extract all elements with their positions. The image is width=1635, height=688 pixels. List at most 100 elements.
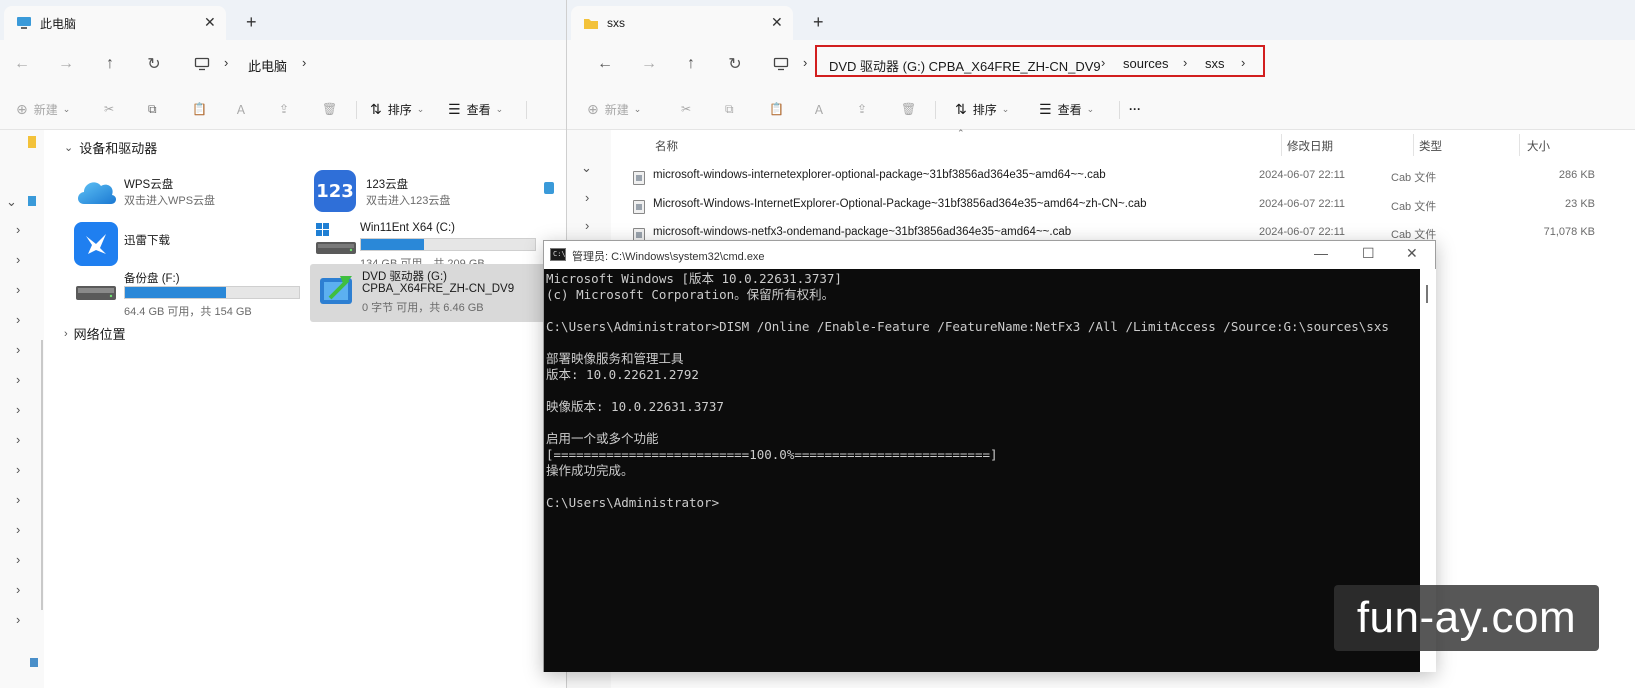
- chevron-right-icon: ›: [803, 55, 808, 70]
- refresh-icon[interactable]: ↻: [142, 52, 166, 76]
- table-row[interactable]: microsoft-windows-internetexplorer-optio…: [629, 163, 1629, 191]
- command-bar: ⊕ 新建 ⌄ ✂ ⧉ 📋 Ａ ⇪ 🗑 ⇅ 排序 ⌄ ☰ 查看 ⌄ ···: [567, 88, 1635, 130]
- cmd-title-bar[interactable]: C:\ 管理员: C:\Windows\system32\cmd.exe — ☐…: [544, 241, 1435, 269]
- close-tab-icon[interactable]: ✕: [771, 14, 783, 31]
- cut-icon[interactable]: ✂: [104, 98, 114, 120]
- new-button[interactable]: ⊕ 新建 ⌄: [16, 98, 70, 120]
- section-devices-and-drives[interactable]: ⌄ 设备和驱动器: [64, 138, 157, 157]
- chevron-right-icon[interactable]: ›: [16, 222, 20, 237]
- toolbar-divider: [935, 101, 936, 119]
- copy-icon[interactable]: ⧉: [148, 98, 157, 120]
- chevron-right-icon[interactable]: ›: [585, 190, 589, 205]
- chevron-right-icon[interactable]: ›: [16, 492, 20, 507]
- rename-icon[interactable]: Ａ: [235, 98, 247, 120]
- share-icon[interactable]: ⇪: [279, 98, 289, 120]
- up-arrow-icon[interactable]: ↑: [98, 52, 122, 76]
- scrollbar-thumb[interactable]: [1426, 285, 1428, 303]
- chevron-right-icon[interactable]: ›: [16, 372, 20, 387]
- chevron-right-icon[interactable]: ›: [16, 582, 20, 597]
- close-tab-icon[interactable]: ✕: [204, 14, 216, 31]
- network-icon[interactable]: [30, 658, 38, 667]
- drive-wps-cloud[interactable]: WPS云盘 双击进入WPS云盘: [74, 174, 294, 214]
- cut-icon[interactable]: ✂: [681, 98, 691, 120]
- drive-c[interactable]: Win11Ent X64 (C:) 134 GB 可用，共 209 GB: [314, 222, 544, 270]
- view-button[interactable]: ☰ 查看 ⌄: [448, 98, 503, 120]
- breadcrumb-this-pc[interactable]: 此电脑: [248, 56, 287, 75]
- chevron-right-icon[interactable]: ›: [16, 522, 20, 537]
- rename-icon[interactable]: Ａ: [813, 98, 825, 120]
- paste-icon[interactable]: 📋: [769, 98, 784, 120]
- chevron-right-icon[interactable]: ›: [585, 218, 589, 233]
- monitor-icon[interactable]: [190, 52, 214, 76]
- console-line: C:\Users\Administrator>: [546, 495, 720, 510]
- sort-button[interactable]: ⇅ 排序 ⌄: [370, 98, 424, 120]
- column-header-size[interactable]: 大小: [1527, 138, 1550, 154]
- command-bar: ⊕ 新建 ⌄ ✂ ⧉ 📋 Ａ ⇪ 🗑 ⇅ 排序 ⌄ ☰ 查看 ⌄: [0, 88, 566, 130]
- column-divider[interactable]: [1519, 134, 1520, 156]
- more-options-button[interactable]: ···: [1129, 98, 1141, 120]
- forward-arrow-icon[interactable]: →: [637, 52, 661, 76]
- chevron-right-icon[interactable]: ›: [16, 342, 20, 357]
- monitor-icon[interactable]: [769, 52, 793, 76]
- forward-arrow-icon[interactable]: →: [54, 52, 78, 76]
- drive-icon[interactable]: [544, 182, 554, 194]
- view-button[interactable]: ☰ 查看 ⌄: [1039, 98, 1094, 120]
- chevron-right-icon[interactable]: ›: [16, 612, 20, 627]
- chevron-right-icon[interactable]: ›: [16, 462, 20, 477]
- chevron-right-icon[interactable]: ›: [302, 55, 306, 70]
- back-arrow-icon[interactable]: ←: [593, 52, 617, 76]
- drive-123-cloud[interactable]: 123 123云盘 双击进入123云盘: [314, 170, 534, 214]
- chevron-down-icon: ⌄: [64, 142, 74, 154]
- drive-f[interactable]: 备份盘 (F:) 64.4 GB 可用，共 154 GB: [74, 270, 304, 318]
- paste-icon[interactable]: 📋: [192, 98, 207, 120]
- column-divider[interactable]: [1413, 134, 1414, 156]
- new-button[interactable]: ⊕ 新建 ⌄: [587, 98, 641, 120]
- drive-name: DVD 驱动器 (G:): [362, 271, 447, 283]
- console-output[interactable]: Microsoft Windows [版本 10.0.22631.3737] (c…: [544, 269, 1420, 672]
- navigation-scrollbar[interactable]: [41, 340, 43, 610]
- console-line: (c) Microsoft Corporation。保留所有权利。: [546, 287, 835, 302]
- new-tab-button[interactable]: +: [246, 12, 257, 33]
- chevron-right-icon[interactable]: ›: [16, 312, 20, 327]
- chevron-right-icon[interactable]: ›: [16, 252, 20, 267]
- table-row[interactable]: Microsoft-Windows-InternetExplorer-Optio…: [629, 192, 1629, 220]
- cmd-window[interactable]: C:\ 管理员: C:\Windows\system32\cmd.exe — ☐…: [543, 240, 1436, 672]
- drive-xunlei-download[interactable]: 迅雷下载: [74, 222, 294, 268]
- maximize-button[interactable]: ☐: [1362, 245, 1375, 262]
- view-label: 查看: [1057, 102, 1082, 117]
- file-date: 2024-06-07 22:11: [1259, 198, 1346, 210]
- tab-title: 此电脑: [40, 16, 77, 31]
- chevron-right-icon[interactable]: ›: [16, 282, 20, 297]
- share-icon[interactable]: ⇪: [857, 98, 867, 120]
- file-date: 2024-06-07 22:11: [1259, 226, 1346, 238]
- column-header-name[interactable]: 名称: [655, 138, 678, 154]
- column-divider[interactable]: [1281, 134, 1282, 156]
- chevron-right-icon[interactable]: ›: [16, 402, 20, 417]
- chevron-down-icon[interactable]: ⌄: [6, 194, 17, 210]
- column-header-type[interactable]: 类型: [1419, 138, 1442, 154]
- new-tab-button[interactable]: +: [813, 12, 824, 33]
- chevron-right-icon: ›: [64, 327, 68, 340]
- sort-ascending-icon: ⌃: [957, 128, 965, 138]
- tab-this-pc[interactable]: 此电脑 ✕: [4, 6, 226, 40]
- chevron-right-icon[interactable]: ›: [16, 552, 20, 567]
- sort-button[interactable]: ⇅ 排序 ⌄: [955, 98, 1009, 120]
- refresh-icon[interactable]: ↻: [723, 52, 747, 76]
- tab-sxs[interactable]: sxs ✕: [571, 6, 793, 40]
- minimize-button[interactable]: —: [1314, 245, 1328, 261]
- new-label: 新建: [33, 102, 58, 117]
- up-arrow-icon[interactable]: ↑: [679, 52, 703, 76]
- section-network-locations[interactable]: › 网络位置: [64, 324, 126, 343]
- delete-icon[interactable]: 🗑: [901, 98, 916, 120]
- copy-icon[interactable]: ⧉: [725, 98, 734, 120]
- drive-name: 123云盘: [366, 179, 409, 191]
- chevron-down-icon[interactable]: ⌄: [581, 160, 592, 176]
- drive-g-dvd[interactable]: DVD 驱动器 (G:) CPBA_X64FRE_ZH-CN_DV9 0 字节 …: [318, 268, 548, 318]
- column-header-date[interactable]: 修改日期: [1287, 138, 1333, 154]
- delete-icon[interactable]: 🗑: [322, 98, 337, 120]
- close-button[interactable]: ✕: [1406, 245, 1418, 262]
- folder-icon[interactable]: [28, 136, 36, 148]
- chevron-right-icon[interactable]: ›: [16, 432, 20, 447]
- back-arrow-icon[interactable]: ←: [10, 52, 34, 76]
- computer-icon[interactable]: [28, 196, 36, 206]
